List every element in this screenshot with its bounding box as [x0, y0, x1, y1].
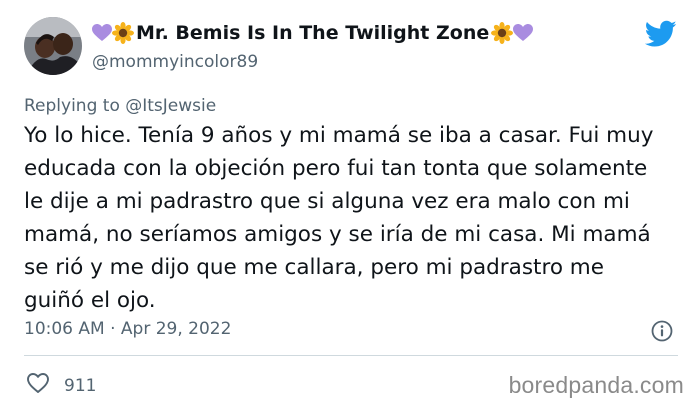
info-icon[interactable] — [651, 320, 673, 342]
replying-to: Replying to @ItsJewsie — [24, 96, 216, 116]
heart-outline-icon[interactable] — [26, 372, 50, 399]
sunflower-icon — [112, 22, 134, 44]
like-count: 911 — [64, 375, 97, 396]
tweet-timestamp[interactable]: 10:06 AM · Apr 29, 2022 — [24, 319, 231, 339]
avatar[interactable] — [24, 17, 82, 75]
watermark: boredpanda.com — [508, 372, 684, 398]
tweet-text: Yo lo hice. Tenía 9 años y mi mamá se ib… — [24, 123, 654, 313]
replying-to-user-link[interactable]: @ItsJewsie — [125, 96, 216, 116]
like-button[interactable]: 911 — [26, 372, 96, 399]
purple-heart-icon — [92, 24, 112, 42]
divider — [24, 355, 678, 356]
author-display-name[interactable]: Mr. Bemis Is In The Twilight Zone — [136, 22, 489, 44]
sunflower-icon — [491, 22, 514, 44]
twitter-bird-icon[interactable] — [644, 20, 677, 48]
purple-heart-icon — [513, 24, 534, 42]
author-name-row[interactable]: Mr. Bemis Is In The Twilight Zone — [92, 22, 534, 44]
author-handle[interactable]: @mommyincolor89 — [92, 52, 258, 72]
replying-to-label: Replying to — [24, 96, 120, 116]
